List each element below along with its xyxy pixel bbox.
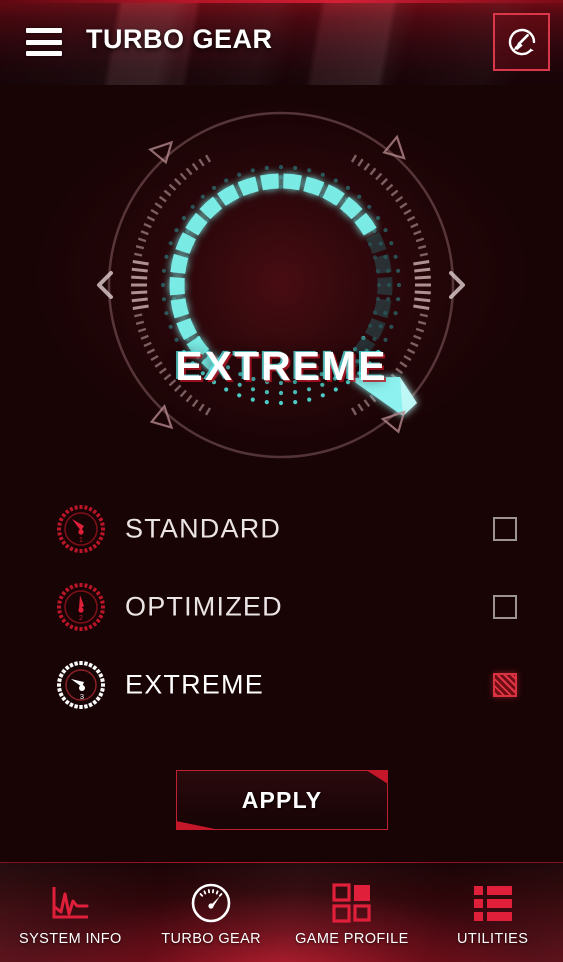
apply-button-label: APPLY bbox=[241, 786, 323, 813]
broom-clean-icon[interactable] bbox=[493, 13, 550, 71]
nav-item-utilities[interactable]: UTILITIES bbox=[422, 863, 563, 962]
mode-label-standard: STANDARD bbox=[125, 513, 282, 544]
mode-checkbox-optimized[interactable] bbox=[493, 595, 517, 619]
nav-label-turbo-gear: TURBO GEAR bbox=[161, 931, 262, 947]
mode-icon-digit: 3 bbox=[80, 692, 84, 701]
nav-label-utilities: UTILITIES bbox=[456, 931, 529, 947]
speedometer-icon bbox=[190, 882, 232, 924]
nav-item-turbo-gear[interactable]: TURBO GEAR bbox=[141, 863, 282, 962]
nav-label-system-info: SYSTEM INFO bbox=[19, 931, 122, 947]
mode-icon-digit: 2 bbox=[79, 615, 83, 622]
mode-checkbox-standard[interactable] bbox=[493, 517, 517, 541]
app-header: TURBO GEAR bbox=[0, 0, 563, 85]
gauge-level-2-icon: 2 bbox=[57, 583, 105, 631]
nav-item-game-profile[interactable]: GAME PROFILE bbox=[282, 863, 423, 962]
mode-row-standard[interactable]: 1 STANDARD bbox=[0, 490, 563, 568]
mode-icon-digit: 1 bbox=[79, 537, 83, 544]
gauge-value-label: EXTREME bbox=[175, 343, 388, 389]
gauge-level-3-icon: 3 bbox=[57, 661, 105, 709]
broom-clean-glyph bbox=[508, 28, 535, 56]
turbo-gear-app: TURBO GEAR EXTREME 1 STANDARD 2 OPTIMIZE… bbox=[0, 0, 563, 962]
turbo-gauge[interactable] bbox=[51, 85, 511, 485]
mode-row-extreme[interactable]: 3 EXTREME bbox=[0, 646, 563, 724]
nav-label-game-profile: GAME PROFILE bbox=[295, 931, 409, 947]
bottom-navigation: SYSTEM INFO TURBO GEAR GAME PROFILE UTIL… bbox=[0, 862, 563, 962]
nav-item-system-info[interactable]: SYSTEM INFO bbox=[0, 863, 141, 962]
mode-checkbox-extreme[interactable] bbox=[493, 673, 517, 697]
mode-label-optimized: OPTIMIZED bbox=[125, 591, 283, 622]
header-stripe-pattern bbox=[0, 0, 563, 85]
chart-line-icon bbox=[49, 882, 91, 924]
mode-row-optimized[interactable]: 2 OPTIMIZED bbox=[0, 568, 563, 646]
hamburger-menu-icon[interactable] bbox=[26, 28, 62, 56]
gauge-level-1-icon: 1 bbox=[57, 505, 105, 553]
mode-label-extreme: EXTREME bbox=[125, 669, 264, 700]
apply-button[interactable]: APPLY bbox=[176, 770, 388, 830]
grid-squares-icon bbox=[332, 882, 372, 924]
turbo-gauge-panel: EXTREME bbox=[0, 85, 563, 485]
list-bars-icon bbox=[473, 882, 513, 924]
mode-list: 1 STANDARD 2 OPTIMIZED 3 EXTREME bbox=[0, 490, 563, 724]
page-title: TURBO GEAR bbox=[86, 24, 273, 54]
